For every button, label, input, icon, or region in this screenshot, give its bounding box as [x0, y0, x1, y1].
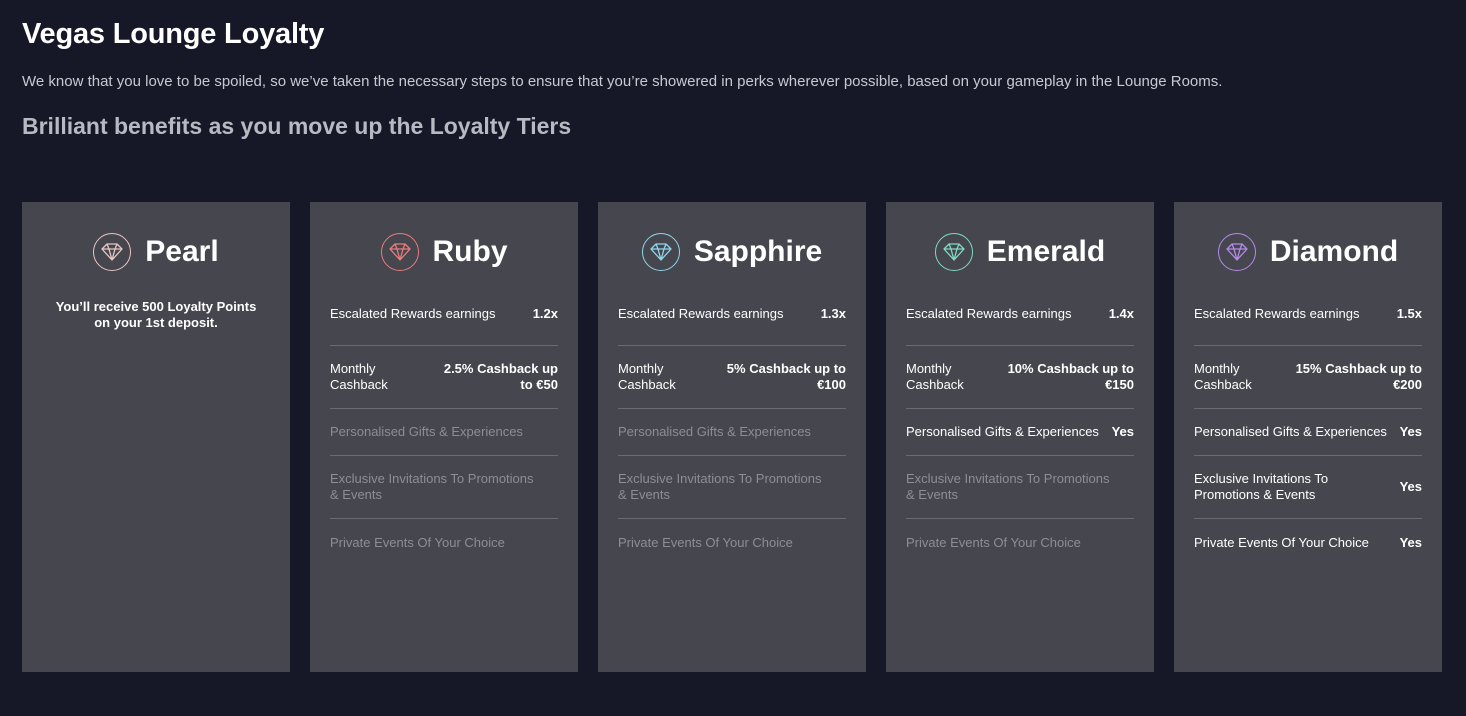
benefit-value: 10% Cashback up to €150	[1007, 361, 1134, 392]
tier-header: Diamond	[1194, 202, 1422, 302]
tier-name: Sapphire	[693, 235, 823, 268]
benefit-list: Escalated Rewards earnings 1.5x Monthly …	[1194, 299, 1422, 566]
benefit-list: Escalated Rewards earnings 1.3x Monthly …	[618, 299, 846, 566]
tier-name: Pearl	[145, 235, 219, 268]
benefit-value: 5% Cashback up to €100	[726, 361, 846, 392]
diamond-gem-icon	[380, 233, 419, 271]
benefit-label: Monthly Cashback	[618, 361, 676, 392]
benefit-row: Personalised Gifts & Experiences	[330, 409, 558, 456]
benefit-row: Monthly Cashback 10% Cashback up to €150	[906, 346, 1134, 409]
benefit-label: Monthly Cashback	[1194, 361, 1252, 392]
benefit-value: 2.5% Cashback up to €50	[443, 361, 558, 392]
benefit-label: Exclusive Invitations To Promotions & Ev…	[1194, 471, 1329, 502]
diamond-gem-icon	[1217, 233, 1256, 271]
tier-header: Emerald	[906, 202, 1134, 302]
tier-header: Sapphire	[618, 202, 846, 302]
benefit-label: Exclusive Invitations To Promotions & Ev…	[618, 471, 822, 502]
tier-header: Ruby	[330, 202, 558, 302]
tier-name: Diamond	[1269, 235, 1399, 268]
diamond-gem-icon	[934, 233, 973, 271]
tier-card-ruby: Ruby Escalated Rewards earnings 1.2x Mon…	[310, 202, 578, 672]
benefit-label: Private Events Of Your Choice	[330, 534, 505, 550]
tier-name: Emerald	[986, 235, 1106, 268]
benefit-label: Monthly Cashback	[906, 361, 964, 392]
benefit-list: Escalated Rewards earnings 1.2x Monthly …	[330, 299, 558, 566]
benefit-row: Personalised Gifts & Experiences	[618, 409, 846, 456]
benefit-row: Monthly Cashback 15% Cashback up to €200	[1194, 346, 1422, 409]
benefit-row: Escalated Rewards earnings 1.5x	[1194, 299, 1422, 346]
benefit-value: 1.3x	[820, 306, 846, 321]
benefit-label: Personalised Gifts & Experiences	[906, 424, 1099, 439]
diamond-gem-icon	[93, 233, 132, 271]
tier-description: You’ll receive 500 Loyalty Points on you…	[55, 299, 257, 330]
tier-card-pearl: Pearl You’ll receive 500 Loyalty Points …	[22, 202, 290, 672]
section-subtitle: Brilliant benefits as you move up the Lo…	[22, 113, 572, 139]
benefit-value: 1.4x	[1108, 306, 1134, 321]
benefit-row: Private Events Of Your Choice Yes	[1194, 519, 1422, 566]
benefit-row: Monthly Cashback 5% Cashback up to €100	[618, 346, 846, 409]
benefit-value: Yes	[1399, 424, 1422, 439]
tier-card-sapphire: Sapphire Escalated Rewards earnings 1.3x…	[598, 202, 866, 672]
intro-text: We know that you love to be spoiled, so …	[22, 73, 1223, 90]
benefit-label: Private Events Of Your Choice	[906, 534, 1081, 550]
benefit-label: Private Events Of Your Choice	[1194, 534, 1369, 550]
benefit-value: Yes	[1111, 424, 1134, 439]
benefit-row: Monthly Cashback 2.5% Cashback up to €50	[330, 346, 558, 409]
benefit-label: Escalated Rewards earnings	[330, 306, 496, 321]
benefit-value: Yes	[1399, 534, 1422, 550]
benefit-row: Exclusive Invitations To Promotions & Ev…	[330, 456, 558, 519]
benefit-list: Escalated Rewards earnings 1.4x Monthly …	[906, 299, 1134, 566]
benefit-row: Exclusive Invitations To Promotions & Ev…	[906, 456, 1134, 519]
benefit-row: Escalated Rewards earnings 1.3x	[618, 299, 846, 346]
benefit-row: Private Events Of Your Choice	[906, 519, 1134, 566]
benefit-row: Private Events Of Your Choice	[618, 519, 846, 566]
page-title: Vegas Lounge Loyalty	[22, 18, 325, 50]
benefit-label: Monthly Cashback	[330, 361, 388, 392]
benefit-row: Personalised Gifts & Experiences Yes	[1194, 409, 1422, 456]
benefit-label: Personalised Gifts & Experiences	[618, 424, 811, 439]
tier-header: Pearl	[42, 202, 270, 302]
benefit-label: Private Events Of Your Choice	[618, 534, 793, 550]
benefit-label: Escalated Rewards earnings	[1194, 306, 1360, 321]
benefit-label: Escalated Rewards earnings	[906, 306, 1072, 321]
benefit-row: Escalated Rewards earnings 1.4x	[906, 299, 1134, 346]
benefit-row: Exclusive Invitations To Promotions & Ev…	[618, 456, 846, 519]
benefit-value: 1.5x	[1396, 306, 1422, 321]
tier-cards: Pearl You’ll receive 500 Loyalty Points …	[22, 202, 1442, 672]
benefit-row: Personalised Gifts & Experiences Yes	[906, 409, 1134, 456]
tier-name: Ruby	[432, 235, 508, 268]
tier-card-emerald: Emerald Escalated Rewards earnings 1.4x …	[886, 202, 1154, 672]
benefit-label: Exclusive Invitations To Promotions & Ev…	[330, 471, 534, 502]
diamond-gem-icon	[641, 233, 680, 271]
benefit-row: Exclusive Invitations To Promotions & Ev…	[1194, 456, 1422, 519]
benefit-label: Personalised Gifts & Experiences	[1194, 424, 1387, 439]
tier-card-diamond: Diamond Escalated Rewards earnings 1.5x …	[1174, 202, 1442, 672]
benefit-row: Private Events Of Your Choice	[330, 519, 558, 566]
benefit-label: Escalated Rewards earnings	[618, 306, 784, 321]
benefit-row: Escalated Rewards earnings 1.2x	[330, 299, 558, 346]
benefit-label: Exclusive Invitations To Promotions & Ev…	[906, 471, 1110, 502]
benefit-value: 1.2x	[532, 306, 558, 321]
benefit-value: Yes	[1399, 479, 1422, 494]
loyalty-page: Vegas Lounge Loyalty We know that you lo…	[0, 0, 1466, 716]
benefit-value: 15% Cashback up to €200	[1295, 361, 1422, 392]
benefit-label: Personalised Gifts & Experiences	[330, 424, 523, 439]
